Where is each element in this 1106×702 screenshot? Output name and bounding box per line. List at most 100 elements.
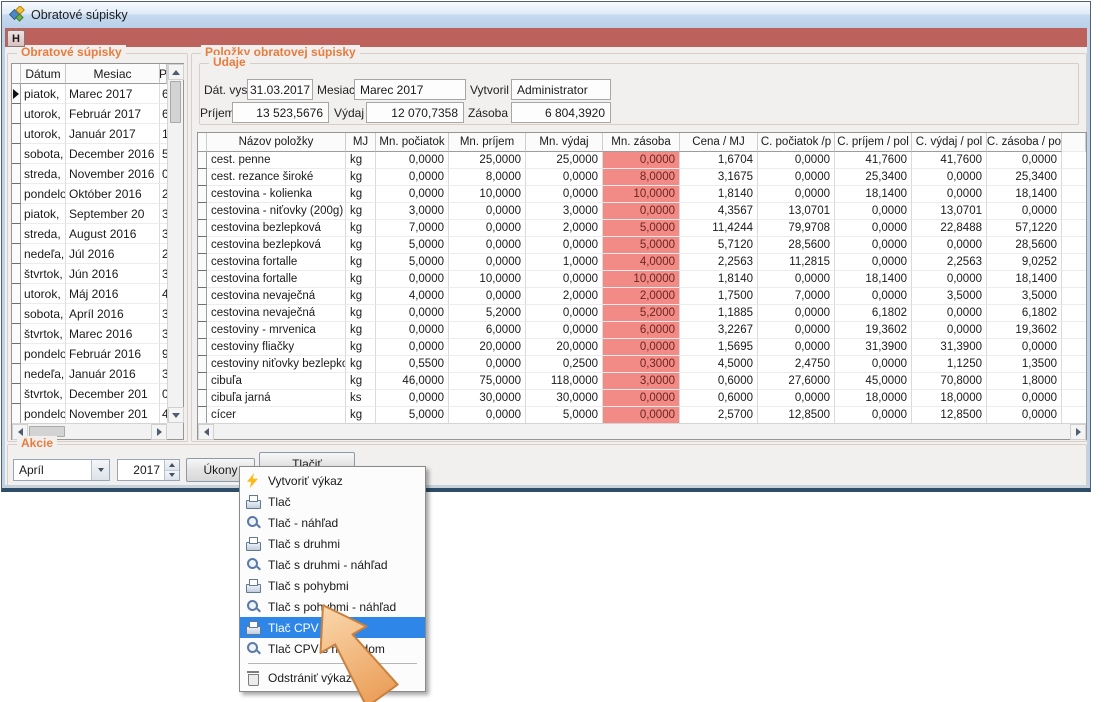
prijem-field[interactable]: 13 523,5676 bbox=[232, 102, 329, 123]
menu-item-label: Tlač s pohybmi bbox=[268, 579, 349, 593]
year-value: 2017 bbox=[118, 460, 164, 480]
report-row[interactable]: piatok, September 20 3 bbox=[12, 204, 167, 224]
scroll-left-button[interactable] bbox=[198, 424, 214, 440]
header-mesiac[interactable]: Mesiac bbox=[66, 64, 160, 84]
vydaj-field[interactable]: 12 070,7358 bbox=[366, 102, 464, 123]
item-row[interactable]: cibuľa jarná ks 0,0000 30,0000 30,0000 0… bbox=[198, 390, 1086, 407]
item-c-prijem: 18,1400 bbox=[835, 186, 912, 203]
item-row[interactable]: cestovina bezlepková kg 7,0000 0,0000 2,… bbox=[198, 220, 1086, 237]
header-mj[interactable]: MJ bbox=[346, 133, 376, 152]
year-spinner[interactable]: 2017 bbox=[117, 459, 180, 481]
item-c-zasoba: 28,5600 bbox=[987, 237, 1062, 254]
menu-item[interactable]: Vytvoriť výkaz bbox=[240, 470, 425, 491]
row-filler bbox=[1062, 288, 1086, 305]
item-unit: kg bbox=[346, 220, 376, 237]
row-selector-gutter bbox=[12, 244, 21, 264]
item-row[interactable]: cestovina nevaječná kg 0,0000 5,2000 0,0… bbox=[198, 305, 1086, 322]
item-row[interactable]: cestoviny niťovky bezlepkov kg 0,5500 0,… bbox=[198, 356, 1086, 373]
report-row[interactable]: utorok, Január 2017 1 bbox=[12, 124, 167, 144]
header-prijem[interactable]: P bbox=[160, 64, 167, 84]
menu-item[interactable]: Tlač bbox=[240, 491, 425, 512]
zasoba-field[interactable]: 6 804,3920 bbox=[511, 102, 611, 123]
dropdown-button[interactable] bbox=[91, 460, 109, 480]
mesiac-field[interactable]: Marec 2017 bbox=[354, 79, 466, 100]
item-c-vydaj: 0,0000 bbox=[912, 271, 987, 288]
item-row[interactable]: cibuľa kg 46,0000 75,0000 118,0000 3,000… bbox=[198, 373, 1086, 390]
menu-item-icon bbox=[245, 578, 261, 593]
reports-vscrollbar[interactable] bbox=[167, 64, 183, 423]
report-row[interactable]: štvrtok, Marec 2016 3 bbox=[12, 324, 167, 344]
header-c-prijem[interactable]: C. príjem / pol bbox=[835, 133, 912, 152]
report-row[interactable]: utorok, Február 2017 6 bbox=[12, 104, 167, 124]
item-c-zasoba: 0,0000 bbox=[987, 390, 1062, 407]
header-cena-mj[interactable]: Cena / MJ bbox=[680, 133, 758, 152]
dat-vyst-field[interactable]: 31.03.2017 bbox=[247, 79, 313, 100]
item-row[interactable]: cestovina fortalle kg 5,0000 0,0000 1,00… bbox=[198, 254, 1086, 271]
item-name: cestovina fortalle bbox=[207, 271, 346, 288]
item-row[interactable]: cestovina - niťovky (200g) kg 3,0000 0,0… bbox=[198, 203, 1086, 220]
items-hscrollbar[interactable] bbox=[198, 423, 1086, 439]
item-row[interactable]: cestoviny fliačky kg 0,0000 20,0000 20,0… bbox=[198, 339, 1086, 356]
header-mn-prijem[interactable]: Mn. príjem bbox=[449, 133, 526, 152]
item-mn-pociatok: 46,0000 bbox=[376, 373, 449, 390]
item-row[interactable]: cestovina nevaječná kg 4,0000 0,0000 2,0… bbox=[198, 288, 1086, 305]
h-tab-button[interactable]: H bbox=[7, 30, 25, 47]
item-row[interactable]: cest. penne kg 0,0000 25,0000 25,0000 0,… bbox=[198, 152, 1086, 169]
item-mn-vydaj: 0,2500 bbox=[526, 356, 603, 373]
item-row[interactable]: cestovina - kolienka kg 0,0000 10,0000 0… bbox=[198, 186, 1086, 203]
report-row[interactable]: piatok, Marec 2017 6 bbox=[12, 84, 167, 104]
vytvoril-field[interactable]: Administrator bbox=[511, 79, 611, 100]
report-row[interactable]: pondelo Október 2016 2 bbox=[12, 184, 167, 204]
report-row[interactable]: štvrtok, December 201 0 bbox=[12, 384, 167, 404]
header-datum[interactable]: Dátum bbox=[21, 64, 66, 84]
item-c-prijem: 0,0000 bbox=[835, 220, 912, 237]
item-row[interactable]: cest. rezance široké kg 0,0000 8,0000 0,… bbox=[198, 169, 1086, 186]
report-row[interactable]: utorok, Máj 2016 4 bbox=[12, 284, 167, 304]
report-row[interactable]: nedeľa, Január 2016 3 bbox=[12, 364, 167, 384]
scroll-up-button[interactable] bbox=[168, 64, 184, 80]
report-day: sobota, bbox=[21, 144, 66, 164]
menu-item-label: Tlač s druhmi - náhľad bbox=[268, 558, 388, 572]
item-row[interactable]: cícer kg 5,0000 0,0000 5,0000 0,0000 2,5… bbox=[198, 407, 1086, 424]
item-cena-mj: 0,6000 bbox=[680, 390, 758, 407]
item-row[interactable]: cestovina bezlepková kg 5,0000 0,0000 0,… bbox=[198, 237, 1086, 254]
report-value: 2 bbox=[160, 184, 167, 204]
report-row[interactable]: streda, August 2016 3 bbox=[12, 224, 167, 244]
menu-item-icon bbox=[245, 515, 261, 530]
report-row[interactable]: sobota, December 2016 5 bbox=[12, 144, 167, 164]
item-cena-mj: 1,1885 bbox=[680, 305, 758, 322]
report-row[interactable]: streda, November 2016 0 bbox=[12, 164, 167, 184]
spin-up-button[interactable] bbox=[165, 460, 179, 471]
item-cena-mj: 1,8140 bbox=[680, 271, 758, 288]
header-c-pociatok[interactable]: C. počiatok /p bbox=[758, 133, 835, 152]
row-filler bbox=[1062, 186, 1086, 203]
item-c-zasoba: 1,3500 bbox=[987, 356, 1062, 373]
header-c-vydaj[interactable]: C. výdaj / pol bbox=[912, 133, 987, 152]
menu-item[interactable]: Tlač - náhľad bbox=[240, 512, 425, 533]
month-select[interactable]: Apríl bbox=[13, 459, 110, 481]
report-row[interactable]: pondelo Február 2016 9 bbox=[12, 344, 167, 364]
item-row[interactable]: cestovina fortalle kg 0,0000 10,0000 0,0… bbox=[198, 271, 1086, 288]
spin-down-button[interactable] bbox=[165, 471, 179, 481]
item-mn-vydaj: 0,0000 bbox=[526, 169, 603, 186]
menu-item[interactable]: Tlač s druhmi bbox=[240, 533, 425, 554]
scroll-down-button[interactable] bbox=[168, 407, 184, 423]
header-mn-pociatok[interactable]: Mn. počiatok bbox=[376, 133, 449, 152]
item-row[interactable]: cestoviny - mrvenica kg 0,0000 6,0000 0,… bbox=[198, 322, 1086, 339]
report-day: štvrtok, bbox=[21, 384, 66, 404]
header-mn-vydaj[interactable]: Mn. výdaj bbox=[526, 133, 603, 152]
header-c-zasoba[interactable]: C. zásoba / po bbox=[987, 133, 1062, 152]
report-row[interactable]: nedeľa, Júl 2016 2 bbox=[12, 244, 167, 264]
scroll-right-button[interactable] bbox=[1070, 424, 1086, 440]
report-day: utorok, bbox=[21, 284, 66, 304]
report-row[interactable]: štvrtok, Jún 2016 3 bbox=[12, 264, 167, 284]
report-row[interactable]: sobota, Apríl 2016 3 bbox=[12, 304, 167, 324]
item-cena-mj: 1,8140 bbox=[680, 186, 758, 203]
report-row[interactable]: pondelo November 201 4 bbox=[12, 404, 167, 423]
header-mn-zasoba[interactable]: Mn. zásoba bbox=[603, 133, 680, 152]
item-c-vydaj: 31,3900 bbox=[912, 339, 987, 356]
item-c-prijem: 19,3602 bbox=[835, 322, 912, 339]
vscroll-thumb[interactable] bbox=[170, 81, 181, 123]
scroll-right-button[interactable] bbox=[151, 424, 167, 440]
header-nazov[interactable]: Názov položky bbox=[207, 133, 346, 152]
